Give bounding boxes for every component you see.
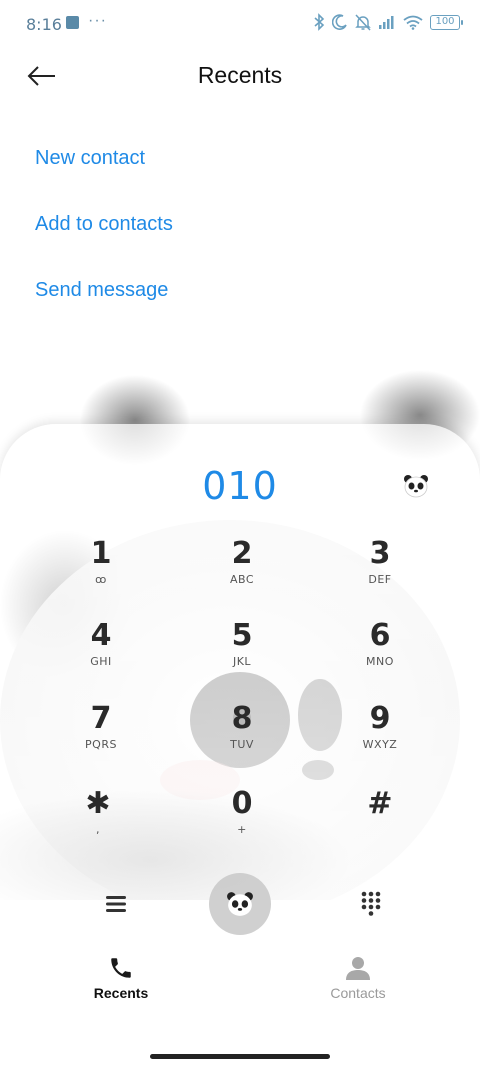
signal-icon <box>379 16 394 29</box>
battery-icon: 100 <box>430 14 463 30</box>
tab-recents[interactable]: Recents <box>61 955 181 1001</box>
key-9[interactable]: 9 WXYZ <box>320 702 440 772</box>
key-letters: , <box>96 823 100 836</box>
key-letters: GHI <box>90 655 112 668</box>
bell-off-icon <box>355 13 371 31</box>
key-6[interactable]: 6 MNO <box>320 619 440 689</box>
key-8[interactable]: 8 TUV <box>182 702 302 772</box>
key-letters: TUV <box>230 738 254 751</box>
key-digit: 8 <box>231 701 253 736</box>
key-7[interactable]: 7 PQRS <box>41 702 161 772</box>
menu-button[interactable] <box>100 888 132 920</box>
phone-icon <box>111 958 131 978</box>
key-digit: 0 <box>231 786 253 821</box>
status-bar: 8:16 ··· 100 <box>0 0 480 46</box>
wifi-icon <box>403 15 423 30</box>
panda-call-icon <box>227 892 253 916</box>
person-icon <box>346 957 370 980</box>
key-3[interactable]: 3 DEF <box>320 537 440 607</box>
voicemail-icon: ꝏ <box>95 573 107 586</box>
status-time: 8:16 <box>26 15 62 34</box>
key-digit: 3 <box>369 536 391 571</box>
key-star[interactable]: ✱ , <box>38 787 158 857</box>
send-message-link[interactable]: Send message <box>35 279 168 302</box>
key-1[interactable]: 1 ꝏ <box>41 537 161 607</box>
tab-label: Contacts <box>330 985 386 1001</box>
key-letters: WXYZ <box>362 738 398 751</box>
key-digit: 6 <box>369 618 391 653</box>
key-hash[interactable]: # <box>320 787 440 857</box>
key-digit: # <box>367 786 393 821</box>
key-letters: MNO <box>366 655 394 668</box>
notification-app-icon <box>66 16 79 29</box>
phone-screen: 8:16 ··· 100 Recents New contact Add to … <box>0 0 480 1067</box>
tab-contacts[interactable]: Contacts <box>298 955 418 1001</box>
key-digit: 9 <box>369 701 391 736</box>
key-digit: 7 <box>90 701 112 736</box>
key-2[interactable]: 2 ABC <box>182 537 302 607</box>
key-letters: ABC <box>229 573 255 586</box>
hamburger-menu-icon <box>106 896 126 912</box>
key-letters: + <box>237 823 247 836</box>
key-5[interactable]: 5 JKL <box>182 619 302 689</box>
key-digit: 1 <box>90 536 112 571</box>
call-button[interactable] <box>209 873 271 935</box>
key-digit: ✱ <box>85 786 111 821</box>
status-icons: 100 <box>313 13 463 31</box>
key-letters: PQRS <box>85 738 117 751</box>
key-4[interactable]: 4 GHI <box>41 619 161 689</box>
page-title: Recents <box>197 62 283 88</box>
panda-avatar-icon[interactable] <box>403 474 429 498</box>
keypad-toggle-button[interactable] <box>354 886 388 922</box>
moon-icon <box>332 14 347 30</box>
add-to-contacts-link[interactable]: Add to contacts <box>35 213 173 236</box>
key-0[interactable]: 0 + <box>182 787 302 857</box>
key-digit: 4 <box>90 618 112 653</box>
key-digit: 5 <box>231 618 253 653</box>
tab-label: Recents <box>93 985 149 1001</box>
key-letters: DEF <box>368 573 392 586</box>
key-letters: JKL <box>232 655 252 668</box>
key-digit: 2 <box>231 536 253 571</box>
more-notifications-icon: ··· <box>88 12 107 29</box>
dialpad-icon <box>361 891 381 916</box>
home-indicator[interactable] <box>150 1054 330 1059</box>
new-contact-link[interactable]: New contact <box>35 147 145 170</box>
bluetooth-icon <box>314 13 325 31</box>
